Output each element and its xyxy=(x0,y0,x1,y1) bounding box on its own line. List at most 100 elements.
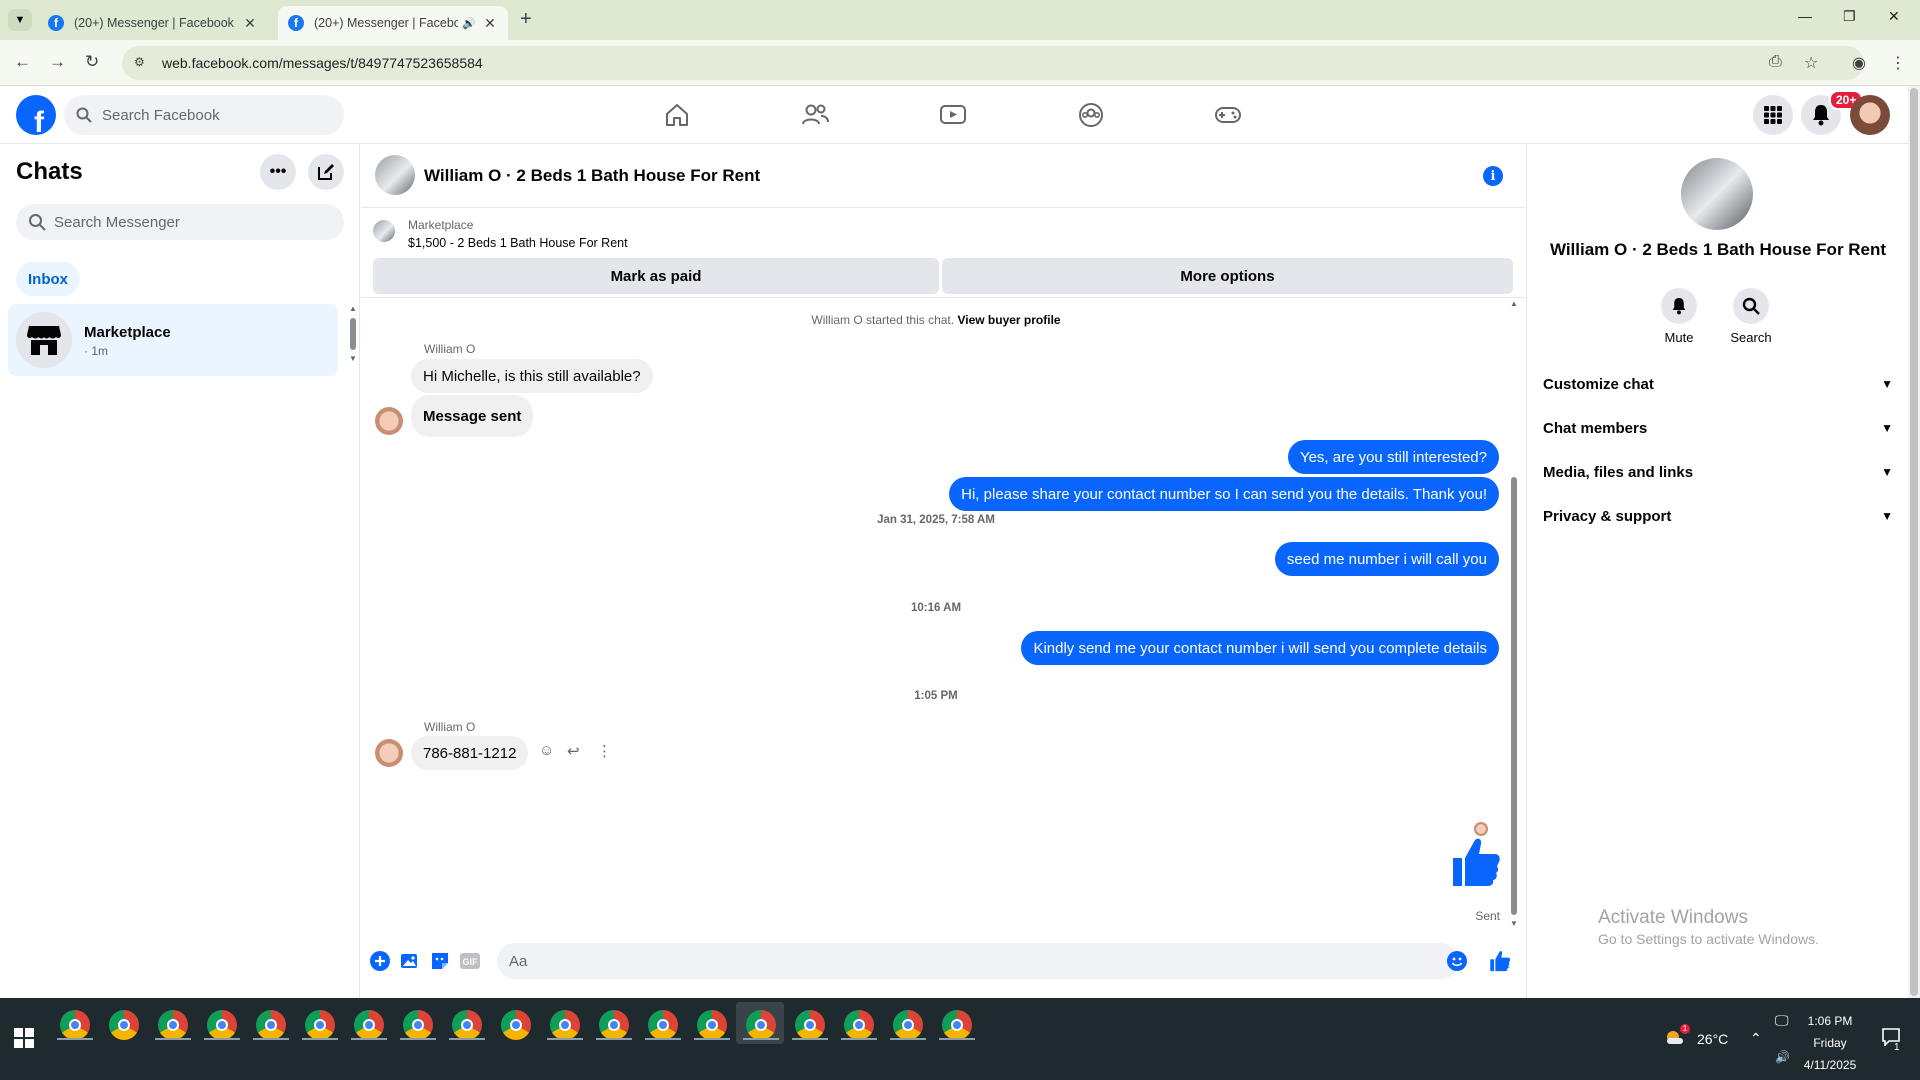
facebook-search-input[interactable]: Search Facebook xyxy=(64,95,344,135)
search-in-conversation-button[interactable]: Search xyxy=(1721,288,1781,345)
send-like-icon[interactable] xyxy=(1489,950,1511,972)
minimize-icon[interactable]: — xyxy=(1798,8,1812,24)
incoming-message[interactable]: Message sent xyxy=(411,395,534,437)
profile-icon[interactable]: ◉ xyxy=(1852,53,1866,73)
video-icon[interactable] xyxy=(938,100,968,130)
network-icon[interactable]: 🖵 xyxy=(1775,1012,1789,1029)
chrome-taskbar-icon[interactable] xyxy=(795,1010,825,1040)
view-buyer-profile-link[interactable]: View buyer profile xyxy=(957,313,1060,327)
site-info-icon[interactable]: ⚙ xyxy=(134,55,150,71)
scrollbar-thumb[interactable] xyxy=(1910,88,1918,996)
temperature[interactable]: 26°C xyxy=(1697,1031,1728,1047)
page-scrollbar[interactable] xyxy=(1908,86,1920,998)
chrome-taskbar-icon[interactable] xyxy=(550,1010,580,1040)
more-actions-plus-icon[interactable] xyxy=(369,950,391,972)
scroll-up-icon[interactable]: ▲ xyxy=(349,304,357,313)
chrome-taskbar-icon[interactable] xyxy=(501,1010,531,1040)
thread-scrollbar[interactable]: ▲ ▼ xyxy=(1509,299,1519,933)
incoming-message[interactable]: 786-881-1212 xyxy=(411,736,529,770)
listing-thumbnail[interactable] xyxy=(373,220,395,242)
browser-tab-1[interactable]: f (20+) Messenger | Facebook ✕ xyxy=(38,6,268,40)
scrollbar-thumb[interactable] xyxy=(350,318,356,350)
outgoing-message[interactable]: Kindly send me your contact number i wil… xyxy=(1021,631,1499,665)
reply-icon[interactable]: ↩ xyxy=(567,742,580,760)
browser-menu-icon[interactable]: ⋮ xyxy=(1890,53,1906,73)
chat-options-button[interactable]: ••• xyxy=(260,154,296,190)
chrome-taskbar-icon[interactable] xyxy=(60,1010,90,1040)
chat-list-scrollbar[interactable]: ▲ ▼ xyxy=(349,304,357,364)
conversation-list-item[interactable]: Marketplace · 1m xyxy=(8,304,338,376)
windows-start-icon[interactable] xyxy=(14,1028,34,1048)
sticker-icon[interactable] xyxy=(429,950,451,972)
incoming-message[interactable]: Hi Michelle, is this still available? xyxy=(411,359,653,393)
chrome-taskbar-icon[interactable] xyxy=(256,1010,286,1040)
menu-grid-icon[interactable] xyxy=(1753,95,1793,135)
friends-icon[interactable] xyxy=(800,100,830,130)
info-icon[interactable]: i xyxy=(1483,166,1503,186)
chrome-taskbar-icon[interactable] xyxy=(354,1010,384,1040)
gaming-icon[interactable] xyxy=(1213,100,1243,130)
media-files-links-section[interactable]: Media, files and links ▼ xyxy=(1543,454,1893,490)
chrome-taskbar-icon[interactable] xyxy=(158,1010,188,1040)
chat-members-section[interactable]: Chat members ▼ xyxy=(1543,410,1893,446)
volume-icon[interactable]: 🔊 xyxy=(1775,1050,1790,1064)
chrome-taskbar-icon[interactable] xyxy=(109,1010,139,1040)
scroll-up-icon[interactable]: ▲ xyxy=(1510,299,1518,308)
chrome-taskbar-icon[interactable] xyxy=(403,1010,433,1040)
conversation-avatar[interactable] xyxy=(375,155,415,195)
outgoing-message[interactable]: Yes, are you still interested? xyxy=(1287,440,1499,474)
message-input[interactable]: Aa xyxy=(497,943,1459,979)
close-tab-icon[interactable]: ✕ xyxy=(242,15,258,32)
chrome-taskbar-icon[interactable] xyxy=(648,1010,678,1040)
new-message-button[interactable] xyxy=(308,154,344,190)
install-app-icon[interactable]: ⎙ xyxy=(1769,53,1782,71)
scrollbar-thumb[interactable] xyxy=(1511,477,1517,915)
chrome-taskbar-icon[interactable] xyxy=(207,1010,237,1040)
close-window-icon[interactable]: ✕ xyxy=(1888,8,1900,25)
customize-chat-section[interactable]: Customize chat ▼ xyxy=(1543,366,1893,402)
groups-icon[interactable] xyxy=(1076,100,1106,130)
url-bar[interactable]: ⚙ web.facebook.com/messages/t/8497747523… xyxy=(122,46,1864,80)
conversation-title[interactable]: William O · 2 Beds 1 Bath House For Rent xyxy=(424,166,760,186)
chrome-taskbar-icon[interactable] xyxy=(599,1010,629,1040)
messenger-search-input[interactable]: Search Messenger xyxy=(16,204,344,240)
tab-search-button[interactable]: ▼ xyxy=(8,9,32,31)
sender-avatar[interactable] xyxy=(375,407,403,435)
account-avatar[interactable] xyxy=(1850,95,1890,135)
chrome-taskbar-icon[interactable] xyxy=(942,1010,972,1040)
reload-icon[interactable]: ↻ xyxy=(85,52,99,72)
chrome-taskbar-icon[interactable] xyxy=(844,1010,874,1040)
emoji-picker-icon[interactable] xyxy=(1446,950,1468,972)
speaker-icon[interactable]: 🔊 xyxy=(462,17,476,30)
more-options-button[interactable]: More options xyxy=(942,258,1513,294)
attach-photo-icon[interactable] xyxy=(399,950,421,972)
mute-button[interactable]: Mute xyxy=(1649,288,1709,345)
sent-like-thumb-icon[interactable] xyxy=(1451,836,1501,888)
scroll-down-icon[interactable]: ▼ xyxy=(349,354,357,363)
bookmark-star-icon[interactable]: ☆ xyxy=(1804,53,1818,73)
privacy-support-section[interactable]: Privacy & support ▼ xyxy=(1543,498,1893,534)
chevron-up-icon[interactable]: ⌃ xyxy=(1750,1030,1762,1047)
forward-arrow-icon[interactable]: → xyxy=(49,52,66,72)
outgoing-message[interactable]: Hi, please share your contact number so … xyxy=(949,477,1499,511)
chrome-taskbar-icon[interactable] xyxy=(305,1010,335,1040)
chrome-taskbar-icon[interactable] xyxy=(893,1010,923,1040)
chrome-taskbar-icon[interactable] xyxy=(452,1010,482,1040)
react-emoji-icon[interactable]: ☺ xyxy=(539,742,554,759)
inbox-filter-tab[interactable]: Inbox xyxy=(16,262,80,296)
contact-avatar[interactable] xyxy=(1681,158,1753,230)
home-icon[interactable] xyxy=(662,100,692,130)
listing-price-title[interactable]: $1,500 - 2 Beds 1 Bath House For Rent xyxy=(408,236,628,250)
outgoing-message[interactable]: seed me number i will call you xyxy=(1274,542,1499,576)
restore-icon[interactable]: ❐ xyxy=(1843,8,1856,25)
sender-avatar[interactable] xyxy=(375,739,403,767)
new-tab-button[interactable]: + xyxy=(520,8,532,31)
scroll-down-icon[interactable]: ▼ xyxy=(1510,919,1518,928)
browser-tab-2-active[interactable]: f (20+) Messenger | Faceboo 🔊 ✕ xyxy=(278,6,508,40)
close-tab-icon[interactable]: ✕ xyxy=(482,15,498,32)
back-arrow-icon[interactable]: ← xyxy=(14,52,31,72)
gif-icon[interactable]: GIF xyxy=(459,950,481,972)
chrome-taskbar-icon[interactable] xyxy=(697,1010,727,1040)
facebook-logo[interactable]: f xyxy=(16,95,56,135)
system-clock[interactable]: 1:06 PM Friday 4/11/2025 xyxy=(1800,1010,1860,1076)
